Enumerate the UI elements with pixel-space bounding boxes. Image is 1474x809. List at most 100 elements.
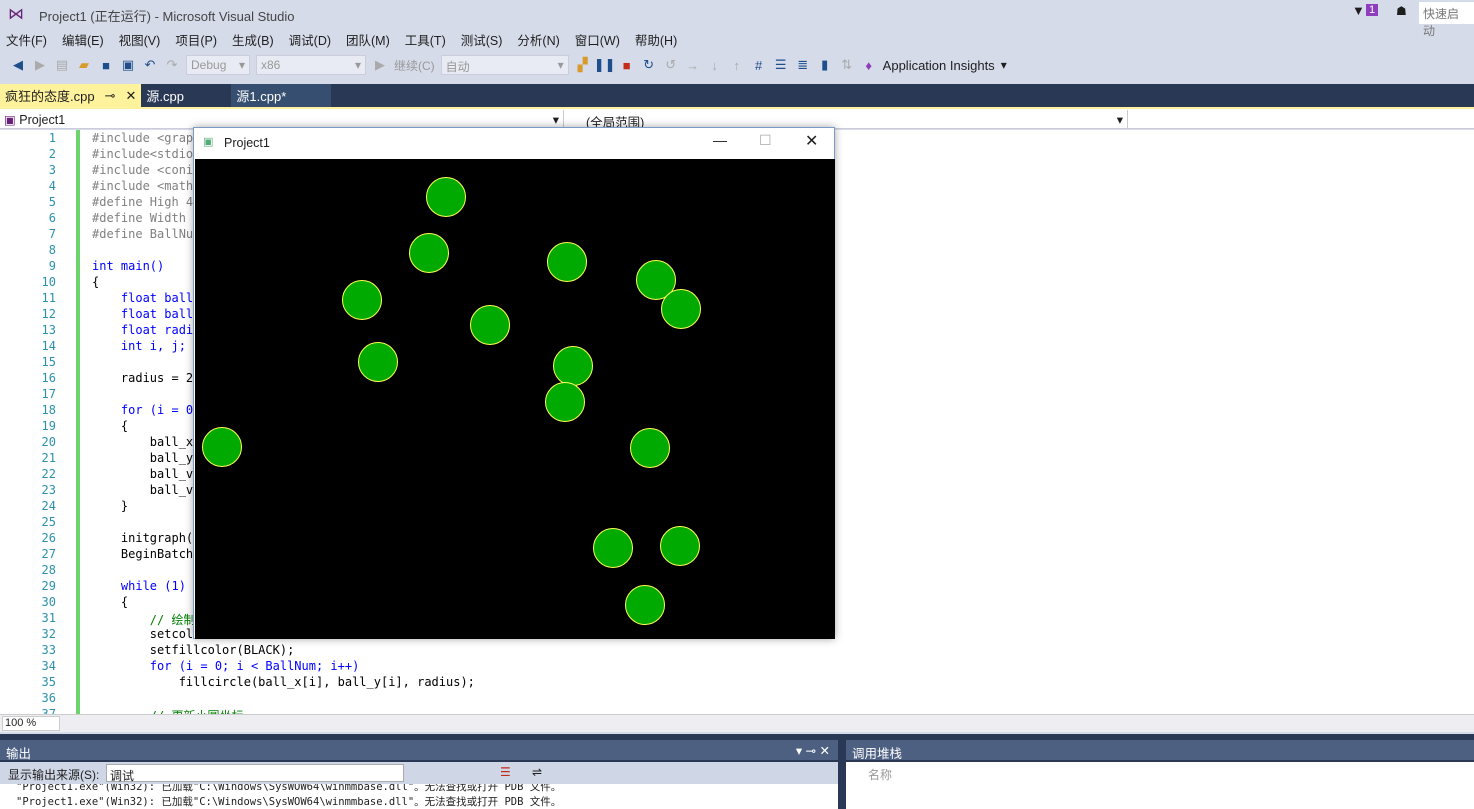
callstack-column-name[interactable]: 名称 — [868, 766, 892, 783]
indent-icon[interactable]: ☰ — [773, 57, 789, 73]
pin-icon[interactable]: ⊸ — [105, 88, 116, 104]
breakpoint-icon[interactable]: # — [751, 57, 767, 73]
config-select[interactable]: Debug — [186, 55, 250, 75]
output-source-select[interactable]: 调试 — [106, 764, 404, 783]
menu-item[interactable]: 生成(B) — [232, 30, 274, 49]
quick-launch-input[interactable]: 快速启动 — [1419, 2, 1474, 38]
code-line[interactable]: while (1) — [92, 579, 186, 593]
tab-yuan1[interactable]: 源1.cpp* — [231, 84, 332, 107]
code-line[interactable]: #include <grap — [92, 131, 193, 145]
filter-icon[interactable]: ▼ — [1352, 3, 1365, 18]
code-line[interactable]: fillcircle(ball_x[i], ball_y[i], radius)… — [92, 675, 475, 689]
menu-item[interactable]: 帮助(H) — [635, 30, 677, 49]
save-icon[interactable]: ■ — [98, 57, 114, 73]
stop-icon[interactable]: ■ — [619, 57, 635, 73]
code-line[interactable]: radius = 20 — [92, 371, 200, 385]
output-text[interactable]: "Project1.exe"(Win32): 已加载"C:\Windows\Sy… — [0, 784, 838, 809]
redo-icon[interactable]: ↷ — [164, 57, 180, 73]
menu-item[interactable]: 视图(V) — [119, 30, 161, 49]
menu-item[interactable]: 窗口(W) — [575, 30, 620, 49]
open-file-icon[interactable]: ▰ — [76, 57, 92, 73]
project1-app-window[interactable]: ▣ Project1 — ☐ ✕ — [193, 127, 835, 639]
notification-badge[interactable]: 1 — [1366, 4, 1379, 16]
step-over-icon[interactable]: ↓ — [707, 57, 723, 73]
line-number: 5 — [48, 195, 56, 209]
close-icon[interactable]: ✕ — [125, 88, 136, 104]
tab-yuan[interactable]: 源.cpp — [141, 84, 231, 107]
menu-item[interactable]: 工具(T) — [405, 30, 446, 49]
output-line: "Project1.exe"(Win32): 已加载"C:\Windows\Sy… — [16, 784, 562, 793]
menu-item[interactable]: 项目(P) — [175, 30, 217, 49]
menu-item[interactable]: 调试(D) — [289, 30, 331, 49]
bookmark-nav-icon[interactable]: ⇅ — [839, 57, 855, 73]
code-line[interactable]: // 更新小圆坐标 — [92, 707, 244, 714]
back-icon[interactable]: ◀ — [10, 57, 26, 73]
maximize-button[interactable]: ☐ — [759, 132, 772, 149]
code-line[interactable]: ball_x — [92, 435, 193, 449]
code-line[interactable]: #include <coni — [92, 163, 193, 177]
editor-status-bar: 100 % — [0, 714, 1474, 732]
stack-frame-select[interactable]: 自动 — [440, 55, 569, 75]
app-insights-button[interactable]: Application Insights — [883, 58, 995, 73]
bookmark-icon[interactable]: ▮ — [817, 57, 833, 73]
minimize-button[interactable]: — — [713, 132, 727, 148]
code-line[interactable]: float radiu — [92, 323, 200, 337]
menu-item[interactable]: 团队(M) — [346, 30, 390, 49]
new-project-icon[interactable]: ▤ — [54, 57, 70, 73]
code-line[interactable]: float ball_ — [92, 307, 200, 321]
panel-controls[interactable]: ▾ ⊸ ✕ — [796, 743, 830, 758]
code-line[interactable]: BeginBatch — [92, 547, 193, 561]
menu-item[interactable]: 编辑(E) — [62, 30, 104, 49]
code-line[interactable]: #define High 4 — [92, 195, 193, 209]
forward-icon[interactable]: ▶ — [32, 57, 48, 73]
code-line[interactable]: // 绘制 — [92, 611, 196, 628]
comment-icon[interactable]: ≣ — [795, 57, 811, 73]
restart-icon[interactable]: ↻ — [641, 57, 657, 73]
code-line[interactable]: for (i = 0; i < BallNum; i++) — [92, 659, 360, 673]
line-number: 25 — [41, 515, 56, 529]
code-line[interactable]: setcolo — [92, 627, 201, 641]
output-title: 输出 — [6, 747, 32, 761]
menu-bar: 文件(F) 编辑(E) 视图(V) 项目(P) 生成(B) 调试(D) 团队(M) 工具(T)… — [0, 28, 1474, 50]
code-line[interactable]: #include<stdio. — [92, 147, 200, 161]
line-number: 14 — [41, 339, 56, 353]
code-line[interactable]: { — [92, 419, 128, 433]
tab-fengkuang[interactable]: 疯狂的态度.cpp ⊸ ✕ — [0, 84, 142, 107]
line-number: 7 — [48, 227, 56, 241]
save-all-icon[interactable]: ▣ — [120, 57, 136, 73]
menu-item[interactable]: 测试(S) — [461, 30, 503, 49]
chevron-down-icon[interactable]: ▾ — [1001, 58, 1007, 72]
platform-select[interactable]: x86 — [256, 55, 366, 75]
code-line[interactable]: #define BallNu — [92, 227, 193, 241]
code-line[interactable]: setfillcolor(BLACK); — [92, 643, 295, 657]
step-into-icon[interactable]: → — [685, 57, 701, 73]
code-line[interactable]: int main() — [92, 259, 164, 273]
step-out-icon[interactable]: ↑ — [729, 57, 745, 73]
menu-item[interactable]: 分析(N) — [517, 30, 559, 49]
code-line[interactable]: ball_v — [92, 483, 193, 497]
menu-item[interactable]: 文件(F) — [6, 30, 47, 49]
undo-icon[interactable]: ↶ — [142, 57, 158, 73]
code-line[interactable]: { — [92, 595, 128, 609]
continue-button[interactable]: 继续(C) — [394, 57, 435, 74]
show-next-statement-icon[interactable]: ↺ — [663, 57, 679, 73]
close-button[interactable]: ✕ — [805, 131, 818, 151]
code-line[interactable]: for (i = 0 — [92, 403, 193, 417]
word-wrap-icon[interactable]: ⇌ — [532, 765, 542, 779]
code-line[interactable]: #define Width — [92, 211, 193, 225]
code-line[interactable]: initgraph( — [92, 531, 193, 545]
code-line[interactable]: float ball_ — [92, 291, 200, 305]
play-icon[interactable]: ▶ — [372, 57, 388, 73]
clear-all-icon[interactable]: ☰ — [500, 765, 511, 779]
code-line[interactable]: { — [92, 275, 99, 289]
code-line[interactable]: #include <math. — [92, 179, 200, 193]
pause-icon[interactable]: ❚❚ — [594, 57, 616, 73]
graphics-canvas — [195, 159, 835, 639]
zoom-select[interactable]: 100 % — [2, 716, 60, 731]
code-line[interactable]: ball_v — [92, 467, 193, 481]
code-line[interactable]: } — [92, 499, 128, 513]
code-line[interactable]: ball_y — [92, 451, 193, 465]
find-icon[interactable]: ▞ — [575, 57, 591, 73]
feedback-icon[interactable]: ☗ — [1396, 4, 1407, 18]
code-line[interactable]: int i, j; — [92, 339, 186, 353]
